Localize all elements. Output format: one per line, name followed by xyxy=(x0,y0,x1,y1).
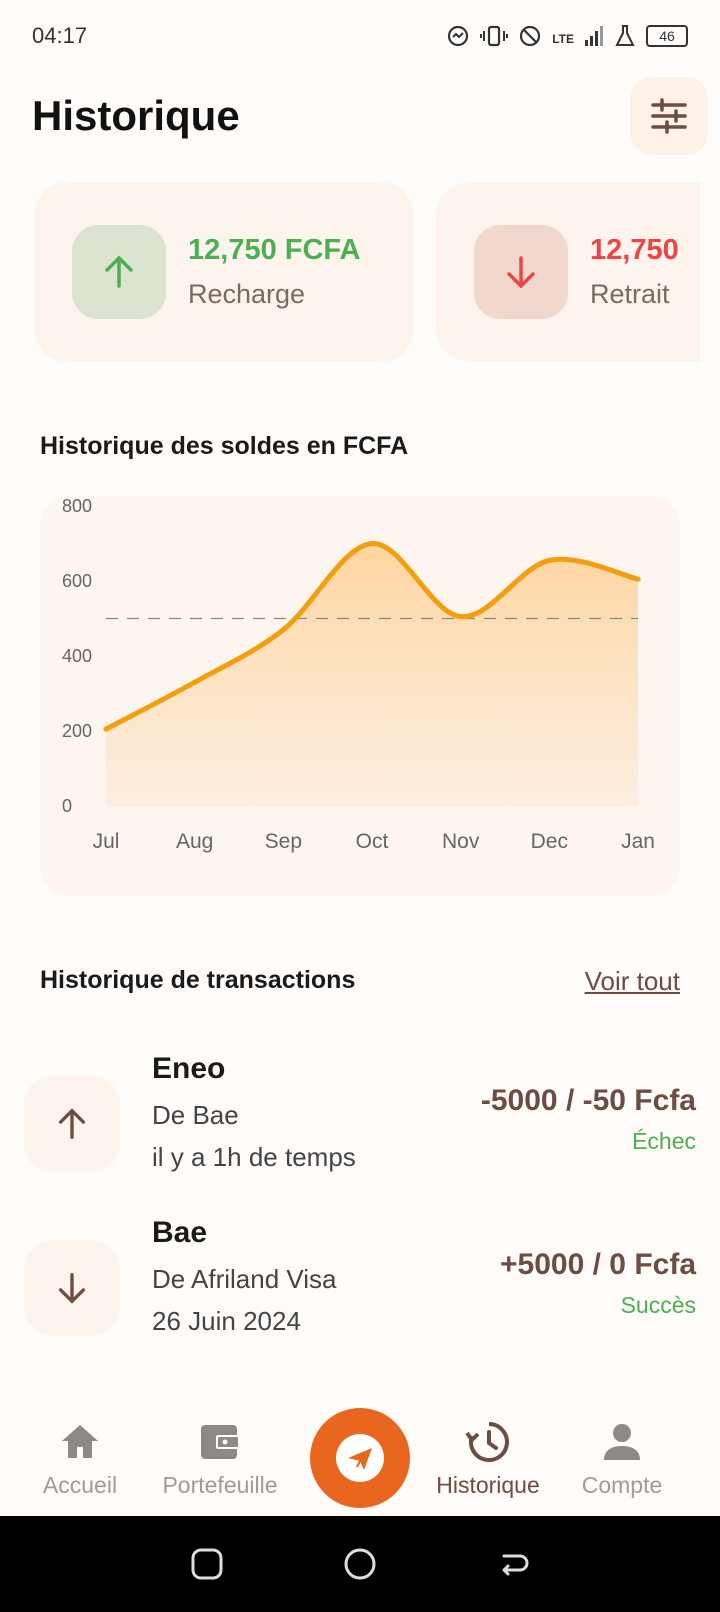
transaction-name: Eneo xyxy=(152,1052,226,1085)
recents-icon[interactable] xyxy=(190,1547,224,1581)
status-icons: LTE 46 xyxy=(446,24,688,48)
status-time: 04:17 xyxy=(32,23,88,48)
chart-y-tick: 0 xyxy=(62,796,72,816)
transaction-status: Échec xyxy=(632,1128,696,1154)
summary-cards: 12,750 FCFA Recharge 12,750 Retrait xyxy=(34,182,700,364)
chart-x-tick: Jan xyxy=(621,830,655,853)
withdrawal-icon-box xyxy=(474,225,568,319)
person-icon xyxy=(604,1424,640,1460)
transaction-row[interactable]: Eneo De Bae il y a 1h de temps -5000 / -… xyxy=(24,1052,696,1192)
recharge-label: Recharge xyxy=(188,279,306,309)
signal-icon xyxy=(585,26,603,46)
chart-x-tick: Sep xyxy=(265,830,302,853)
transaction-amount: +5000 / 0 Fcfa xyxy=(500,1248,696,1281)
home-circle-icon[interactable] xyxy=(343,1547,377,1581)
transaction-date: 26 Juin 2024 xyxy=(152,1306,301,1336)
withdrawal-label: Retrait xyxy=(590,279,670,309)
nav-account-label: Compte xyxy=(581,1472,663,1498)
send-button[interactable] xyxy=(310,1408,410,1508)
chart-x-tick: Oct xyxy=(356,830,389,853)
chart-point xyxy=(103,726,109,732)
data-saver-icon xyxy=(448,25,469,47)
transaction-amount: -5000 / -50 Fcfa xyxy=(480,1084,696,1117)
battery-indicator: 46 xyxy=(646,25,688,47)
page-title: Historique xyxy=(32,92,240,139)
transaction-source: De Bae xyxy=(152,1100,239,1130)
chart-y-tick: 200 xyxy=(62,721,92,741)
balance-chart-svg: 800 600 400 200 0 Jul Aug Sep Oct Nov Dec Jan xyxy=(62,496,655,853)
nav-home[interactable]: Accueil xyxy=(10,1418,150,1499)
send-icon xyxy=(336,1434,384,1482)
wallet-icon xyxy=(201,1425,240,1459)
transaction-source: De Afriland Visa xyxy=(152,1264,337,1294)
page-header: Historique xyxy=(32,77,708,155)
app-screen: 04:17 LTE 46 Historique 12,750 FCFA Rech… xyxy=(0,0,720,1612)
arrow-up-icon xyxy=(105,255,133,288)
status-bar: 04:17 LTE 46 xyxy=(0,0,720,72)
withdrawal-amount: 12,750 xyxy=(590,234,679,266)
recharge-icon-box xyxy=(72,225,166,319)
nav-home-label: Accueil xyxy=(42,1472,118,1498)
chart-title: Historique des soldes en FCFA xyxy=(40,432,409,460)
transaction-name: Bae xyxy=(152,1216,208,1249)
system-nav-bar xyxy=(0,1516,720,1612)
dnd-icon xyxy=(520,25,541,47)
transaction-icon-box xyxy=(24,1240,120,1336)
chart-area xyxy=(106,543,638,806)
back-icon[interactable] xyxy=(496,1547,530,1581)
nav-account[interactable]: Compte xyxy=(552,1418,692,1499)
chart-y-tick: 600 xyxy=(62,571,92,591)
recharge-amount: 12,750 FCFA xyxy=(188,234,361,266)
filter-button[interactable] xyxy=(630,77,708,155)
chart-x-tick: Aug xyxy=(176,830,213,853)
arrow-down-icon xyxy=(58,1273,86,1304)
chart-y-tick: 400 xyxy=(62,646,92,666)
history-icon xyxy=(465,1422,509,1462)
chart-point xyxy=(635,576,641,582)
chart-x-tick: Jul xyxy=(93,830,120,853)
battery-level: 46 xyxy=(659,28,675,44)
sliders-icon xyxy=(651,98,687,134)
vibrate-icon xyxy=(480,25,509,47)
chart-point xyxy=(280,627,286,633)
transaction-date: il y a 1h de temps xyxy=(152,1142,356,1172)
nav-wallet[interactable]: Portefeuille xyxy=(150,1418,290,1499)
arrow-up-icon xyxy=(58,1108,86,1139)
see-all-link[interactable]: Voir tout xyxy=(585,966,680,997)
withdrawal-card[interactable]: 12,750 Retrait xyxy=(436,182,700,362)
chart-x-tick: Nov xyxy=(442,830,480,853)
network-type: LTE xyxy=(552,32,574,46)
home-icon xyxy=(62,1425,98,1458)
balance-chart: 800 600 400 200 0 Jul Aug Sep Oct Nov Dec Jan xyxy=(40,496,680,896)
flask-icon xyxy=(615,25,635,46)
chart-x-tick: Dec xyxy=(531,830,568,853)
recharge-card[interactable]: 12,750 FCFA Recharge xyxy=(34,182,414,362)
chart-point xyxy=(192,679,198,685)
chart-y-tick: 800 xyxy=(62,496,92,516)
nav-history[interactable]: Historique xyxy=(418,1418,558,1499)
transaction-row[interactable]: Bae De Afriland Visa 26 Juin 2024 +5000 … xyxy=(24,1216,696,1356)
nav-wallet-label: Portefeuille xyxy=(162,1472,278,1498)
chart-point xyxy=(369,541,375,546)
bottom-nav: Accueil Portefeuille Historique Compte xyxy=(0,1400,720,1516)
transaction-icon-box xyxy=(24,1076,120,1172)
nav-history-label: Historique xyxy=(436,1472,540,1498)
chart-point xyxy=(458,614,464,620)
arrow-down-icon xyxy=(507,256,535,289)
transaction-status: Succès xyxy=(620,1292,696,1318)
chart-point xyxy=(546,557,552,563)
transactions-title: Historique de transactions xyxy=(40,966,356,994)
